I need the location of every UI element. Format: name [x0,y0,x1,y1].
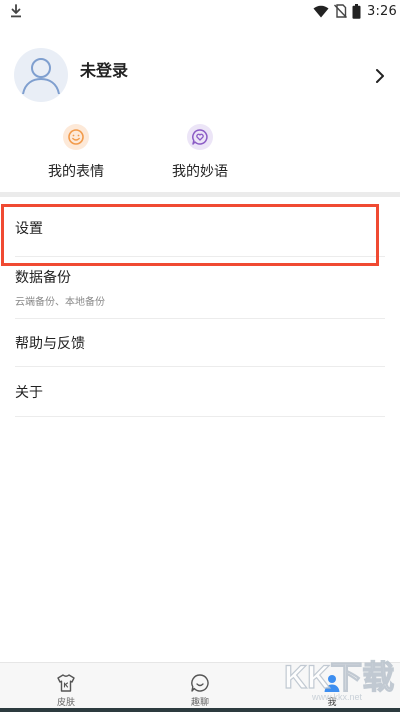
menu-item-label: 数据备份 [15,270,71,286]
menu-item-data-backup[interactable]: 数据备份 云端备份、本地备份 [0,257,400,319]
my-witty-words-label: 我的妙语 [172,164,228,180]
heart-chat-icon [187,124,213,150]
tab-label: 皮肤 [56,698,75,708]
chevron-right-icon[interactable] [374,68,386,84]
my-expressions-button[interactable]: 我的表情 [26,122,126,186]
system-nav-strip [0,708,400,712]
profile-header[interactable]: 未登录 [0,44,400,108]
tshirt-icon [57,674,75,692]
profile-screen: 3:26 未登录 我的表情 我的妙语 设置 数据备份 云端备份、本地备份 帮助与… [0,0,400,712]
menu-item-subtitle: 云端备份、本地备份 [15,297,105,308]
wifi-icon [313,5,329,18]
menu-item-help-feedback[interactable]: 帮助与反馈 [0,319,400,367]
chat-bubble-icon [191,674,209,692]
no-sim-icon [334,4,347,18]
download-icon [11,4,21,18]
profile-name[interactable]: 未登录 [80,57,128,81]
menu-item-label: 关于 [15,385,43,401]
person-icon [324,675,340,692]
my-witty-words-button[interactable]: 我的妙语 [150,122,250,186]
tab-label: 我 [327,698,337,708]
status-time: 3:26 [367,4,397,19]
highlight-annotation [1,204,379,266]
battery-icon [352,4,361,19]
status-bar: 3:26 [0,0,400,24]
divider [15,416,385,417]
menu-item-label: 帮助与反馈 [15,336,85,352]
bottom-nav: 皮肤 趣聊 我 [0,662,400,709]
my-expressions-label: 我的表情 [48,164,104,180]
tab-chat[interactable]: 趣聊 [160,663,240,709]
user-avatar-icon[interactable] [14,48,68,102]
tab-label: 趣聊 [190,698,209,708]
tab-skin[interactable]: 皮肤 [26,663,106,709]
smiley-icon [63,124,89,150]
tab-me[interactable]: 我 [292,663,372,709]
menu-item-about[interactable]: 关于 [0,367,400,417]
quick-actions: 我的表情 我的妙语 [0,122,400,186]
